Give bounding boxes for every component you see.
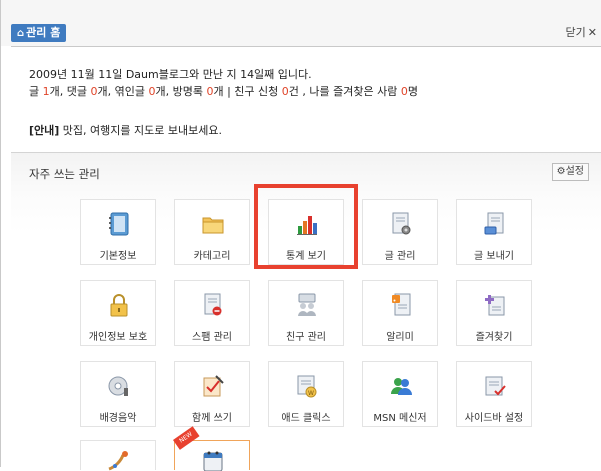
- settings-button[interactable]: ⚙설정: [551, 163, 589, 181]
- tile-label: 친구 관리: [286, 332, 326, 343]
- tile-label: MSN 메신저: [373, 413, 427, 424]
- tile-partial-new-calendar[interactable]: NEW: [173, 426, 250, 471]
- trackbacks-label: 개, 엮인글: [97, 85, 149, 98]
- tile-label: 스팸 관리: [192, 332, 232, 343]
- tile-friends[interactable]: 친구 관리: [268, 280, 344, 346]
- tile-favorites[interactable]: 즐겨찾기: [456, 280, 532, 346]
- rss-document-icon: [392, 293, 411, 316]
- tile-category[interactable]: 카테고리: [174, 199, 250, 265]
- top-bar: [1, 0, 601, 46]
- tile-msn[interactable]: MSN 메신저: [362, 361, 438, 427]
- sidebar-check-icon: [485, 376, 506, 396]
- friend-request-label: 개 | 친구 신청: [213, 85, 282, 98]
- guestbook-label: 개, 방명록: [155, 85, 207, 98]
- close-button[interactable]: 닫기 ✕: [566, 24, 597, 42]
- tile-label: 함께 쓰기: [192, 413, 232, 424]
- tile-label: 기본정보: [99, 251, 137, 262]
- favorited-label: 건 , 나를 즐겨찾은 사람: [288, 85, 401, 98]
- settings-label: 설정: [565, 166, 584, 177]
- tile-privacy[interactable]: 개인정보 보호: [80, 280, 156, 346]
- tile-label: 글 보내기: [474, 251, 514, 262]
- notice-tag: [안내]: [29, 124, 60, 137]
- tile-post-send[interactable]: 글 보내기: [456, 199, 532, 265]
- posts-count[interactable]: 1: [43, 85, 50, 98]
- friend-request-count[interactable]: 0: [282, 85, 289, 98]
- messenger-icon: [391, 378, 412, 395]
- tile-spam[interactable]: 스팸 관리: [174, 280, 250, 346]
- admin-home-window: ⌂ 관리 홈 닫기 ✕ 2009년 11월 11일 Daum블로그와 만난 지 14…: [0, 0, 601, 471]
- tile-label: 사이드바 설정: [464, 413, 524, 424]
- friends-icon: [298, 293, 316, 316]
- tile-label: 글 관리: [384, 251, 416, 262]
- tile-label: 배경음악: [99, 413, 137, 424]
- tile-co-write[interactable]: 함께 쓰기: [174, 361, 250, 427]
- favorites-icon: [485, 295, 505, 316]
- tile-label: 즐겨찾기: [475, 332, 513, 343]
- notebook-icon: [109, 212, 129, 236]
- close-label: 닫기: [565, 26, 586, 39]
- document-gear-icon: [392, 212, 411, 235]
- admin-home-tab[interactable]: ⌂ 관리 홈: [11, 24, 67, 42]
- tile-notifier[interactable]: 알리미: [362, 280, 438, 346]
- home-icon: ⌂: [17, 28, 25, 39]
- tile-bgm[interactable]: 배경음악: [80, 361, 156, 427]
- calendar-icon: [203, 451, 223, 471]
- tile-ad-clix[interactable]: W 애드 클릭스: [268, 361, 344, 427]
- gear-icon: ⚙: [556, 166, 566, 177]
- posts-label: 글: [29, 85, 43, 98]
- tile-basic-info[interactable]: 기본정보: [80, 199, 156, 265]
- summary-days-line: 2009년 11월 11일 Daum블로그와 만난 지 14일째 입니다.: [29, 68, 312, 81]
- admin-home-label: 관리 홈: [26, 26, 61, 39]
- highlight-frame: [254, 184, 358, 269]
- summary-counts-line: 글 1개, 댓글 0개, 엮인글 0개, 방명록 0개 | 친구 신청 0건 ,…: [29, 83, 418, 100]
- notice-line[interactable]: [안내] 맛집, 여행지를 지도로 보내보세요.: [29, 122, 222, 138]
- tile-partial-brush[interactable]: [80, 440, 156, 471]
- favorited-count[interactable]: 0: [401, 85, 408, 98]
- music-disc-icon: [108, 376, 128, 396]
- close-icon: ✕: [587, 26, 597, 39]
- paint-brush-icon: [108, 451, 128, 471]
- lock-icon: [110, 294, 128, 317]
- spam-document-icon: [204, 293, 222, 316]
- svg-text:W: W: [308, 390, 314, 397]
- blog-summary: 2009년 11월 11일 Daum블로그와 만난 지 14일째 입니다. 글 …: [29, 66, 418, 100]
- tile-post-manage[interactable]: 글 관리: [362, 199, 438, 265]
- favorited-unit: 명: [407, 85, 418, 98]
- tile-label: 애드 클릭스: [281, 413, 331, 424]
- document-send-icon: [484, 212, 504, 235]
- panel-title: 자주 쓰는 관리: [29, 167, 100, 181]
- tile-label: 카테고리: [193, 251, 231, 262]
- tile-label: 개인정보 보호: [88, 332, 148, 343]
- comments-label: 개, 댓글: [49, 85, 91, 98]
- pencil-check-icon: [203, 375, 224, 397]
- tile-label: 알리미: [386, 332, 414, 343]
- notice-text: 맛집, 여행지를 지도로 보내보세요.: [59, 124, 222, 137]
- tile-sidebar[interactable]: 사이드바 설정: [456, 361, 532, 427]
- ad-coin-icon: W: [297, 375, 317, 398]
- folder-icon: [202, 217, 224, 234]
- header-divider: [11, 46, 601, 47]
